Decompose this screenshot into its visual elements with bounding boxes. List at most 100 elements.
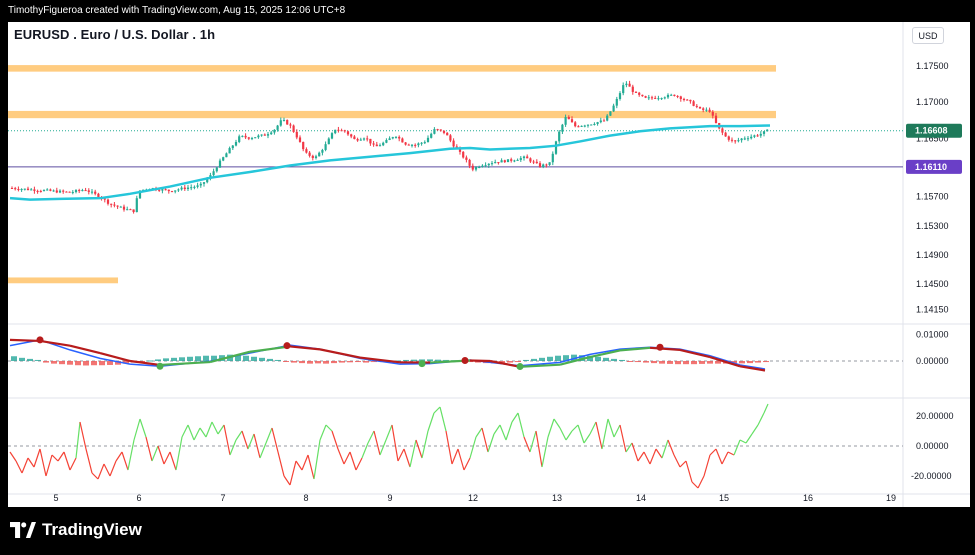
oscillator-segment xyxy=(235,430,243,441)
time-tick-label: 6 xyxy=(136,493,141,503)
oscillator-segment xyxy=(181,424,189,438)
oscillator-segment xyxy=(85,448,93,474)
oscillator-segment xyxy=(457,448,465,471)
oscillator-segment xyxy=(301,454,309,471)
candle-body xyxy=(756,135,759,137)
oscillator-segment xyxy=(355,457,363,471)
signal-line-segment xyxy=(319,348,361,359)
oscillator-segment xyxy=(655,448,663,459)
cross-marker xyxy=(36,336,44,344)
candle-body xyxy=(682,98,686,100)
chart-svg[interactable]: 1.175001.170001.165001.157001.153001.149… xyxy=(8,22,970,507)
candle-body xyxy=(628,83,631,87)
resistance-zone xyxy=(8,277,118,284)
tradingview-logo[interactable]: TradingView xyxy=(10,520,142,540)
macd-histogram-bar xyxy=(683,361,689,365)
oscillator-segment xyxy=(9,451,17,462)
candle-body xyxy=(33,189,36,191)
candle-body xyxy=(90,191,94,193)
oscillator-segment xyxy=(487,433,495,453)
chart-area[interactable]: 1.17500 1.17000 1.16500 1.15700 1.15300 1.149… xyxy=(8,22,970,507)
candle-body xyxy=(129,209,132,211)
candle-body xyxy=(721,128,724,133)
candle-body xyxy=(676,95,679,97)
candle-body xyxy=(273,129,276,133)
oscillator-segment xyxy=(157,445,165,465)
signal-line-segment xyxy=(69,344,101,355)
candle-body xyxy=(666,94,670,98)
resistance-zone xyxy=(8,110,776,119)
oscillator-segment xyxy=(259,442,267,459)
candle-body xyxy=(305,149,308,153)
candle-body xyxy=(398,136,401,139)
time-tick-label: 7 xyxy=(220,493,225,503)
candle-body xyxy=(164,189,167,191)
candle-body xyxy=(231,145,234,149)
candle-body xyxy=(276,125,279,130)
oscillator-segment xyxy=(523,436,531,453)
candle-body xyxy=(391,137,394,139)
candle-body xyxy=(122,206,126,210)
macd-line xyxy=(9,339,766,370)
oscillator-segment xyxy=(199,427,207,438)
oscillator-segment xyxy=(247,433,255,450)
signal-line-segment xyxy=(289,345,321,351)
candle-body xyxy=(650,97,654,99)
candle-body xyxy=(327,138,330,145)
macd-histogram-bar xyxy=(283,361,289,362)
candle-body xyxy=(106,199,110,204)
macd-histogram-bar xyxy=(747,361,753,364)
candle-body xyxy=(196,185,199,187)
oscillator-segment xyxy=(75,421,81,459)
candle-body xyxy=(708,109,711,112)
candle-body xyxy=(10,188,14,189)
candle-body xyxy=(657,98,660,100)
candle-body xyxy=(388,138,391,141)
candle-body xyxy=(506,159,510,163)
candle-body xyxy=(759,133,762,136)
oscillator-segment xyxy=(69,457,77,471)
candle-body xyxy=(545,164,548,166)
symbol-title[interactable]: EURUSD . Euro / U.S. Dollar . 1h xyxy=(14,27,215,42)
candle-body xyxy=(298,137,302,142)
candle-body xyxy=(353,136,356,140)
price-tick-label: 1.14150 xyxy=(916,304,949,314)
candle-body xyxy=(244,135,247,138)
macd-histogram-bar xyxy=(67,361,73,365)
candle-body xyxy=(186,187,190,190)
candle-body xyxy=(170,191,174,193)
candle-body xyxy=(618,93,622,99)
candle-body xyxy=(228,148,231,154)
candle-body xyxy=(292,125,295,132)
candle-body xyxy=(471,165,474,170)
macd-histogram-bar xyxy=(27,358,33,361)
macd-histogram-bar xyxy=(51,361,57,364)
candle-body xyxy=(743,138,746,140)
macd-histogram-bar xyxy=(275,359,281,361)
candle-body xyxy=(337,129,340,131)
currency-button[interactable]: USD xyxy=(912,27,944,44)
candle-body xyxy=(324,144,327,150)
candle-body xyxy=(673,94,676,96)
candle-body xyxy=(158,189,161,191)
candle-body xyxy=(55,190,58,193)
candle-body xyxy=(478,166,481,168)
signal-line-segment xyxy=(469,359,491,363)
oscillator-segment xyxy=(715,448,723,465)
oscillator-segment xyxy=(529,430,537,453)
macd-histogram-bar xyxy=(763,361,769,363)
candle-body xyxy=(500,160,503,163)
oscillator-segment xyxy=(499,424,507,441)
candle-body xyxy=(97,193,100,198)
candle-body xyxy=(113,204,116,206)
oscillator-segment xyxy=(79,421,87,450)
candle-body xyxy=(529,158,532,162)
candle-body xyxy=(631,86,634,92)
oscillator-segment xyxy=(33,448,41,468)
candle-body xyxy=(343,130,346,132)
candle-body xyxy=(538,163,542,168)
app-frame: TimothyFigueroa created with TradingView… xyxy=(0,0,975,555)
candle-body xyxy=(724,132,727,137)
candle-body xyxy=(366,138,369,140)
macd-histogram-bar xyxy=(91,361,97,366)
